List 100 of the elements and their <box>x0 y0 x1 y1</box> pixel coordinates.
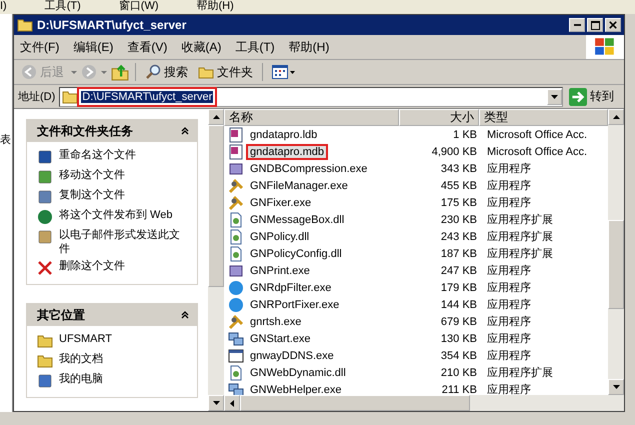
menu-item[interactable]: 工具(T) <box>235 38 275 56</box>
task-link[interactable]: 将这个文件发布到 Web <box>59 208 189 222</box>
task-icon <box>37 229 53 245</box>
file-icon <box>228 178 244 194</box>
file-type: 应用程序 <box>486 298 532 312</box>
file-size: 343 KB <box>440 162 478 174</box>
up-arrow-icon <box>212 115 220 119</box>
column-header[interactable]: 名称 <box>224 109 399 126</box>
scroll-left-button[interactable] <box>224 395 240 411</box>
file-type: 应用程序扩展 <box>486 230 554 244</box>
file-name[interactable]: GNPolicyConfig.dll <box>246 246 346 262</box>
caret-icon[interactable] <box>71 70 77 74</box>
file-size: 210 KB <box>440 366 478 378</box>
scroll-down-button[interactable] <box>208 395 224 411</box>
file-name[interactable]: GNMessageBox.dll <box>246 212 348 228</box>
arrow-icon <box>569 88 587 106</box>
scroll-up-button[interactable] <box>208 109 224 125</box>
collapse-icon[interactable] <box>181 311 189 319</box>
address-field[interactable]: D:\UFSMART\ufyct_server <box>59 86 563 106</box>
file-size: 679 KB <box>440 316 478 328</box>
file-type: 应用程序 <box>486 162 532 176</box>
file-type: Microsoft Office Acc. <box>486 146 588 158</box>
menu-item[interactable]: 工具(T) <box>44 0 81 14</box>
folder-icon <box>62 90 78 104</box>
file-name[interactable]: gnwayDDNS.exe <box>246 348 338 364</box>
scroll-thumb[interactable] <box>208 125 224 287</box>
search-button[interactable]: 搜索 <box>142 64 191 80</box>
scroll-down-button[interactable] <box>608 379 624 395</box>
file-size: 211 KB <box>440 384 478 395</box>
file-name[interactable]: gnrtsh.exe <box>246 314 306 330</box>
minimize-icon <box>574 24 580 26</box>
task-icon <box>37 189 53 205</box>
panel-title: 文件和文件夹任务 <box>37 122 134 140</box>
scroll-thumb[interactable] <box>608 220 624 309</box>
file-icon <box>228 228 244 244</box>
menu-item[interactable]: 收藏(A) <box>181 38 222 56</box>
menu-item[interactable]: I) <box>0 0 7 14</box>
address-label: 地址(D) <box>18 90 56 104</box>
file-name[interactable]: GNPolicy.dll <box>246 228 314 244</box>
minimize-button[interactable] <box>569 18 585 32</box>
go-button[interactable]: 转到 <box>567 88 620 106</box>
views-icon <box>272 65 296 79</box>
task-link[interactable]: UFSMART <box>59 332 189 346</box>
file-name[interactable]: GNFixer.exe <box>246 194 316 210</box>
file-name[interactable]: GNWebHelper.exe <box>246 382 346 395</box>
file-name[interactable]: GNRPortFixer.exe <box>246 296 344 312</box>
task-link[interactable]: 我的文档 <box>59 352 189 366</box>
task-link[interactable]: 重命名这个文件 <box>59 148 189 162</box>
up-arrow-icon <box>612 115 620 119</box>
close-button[interactable] <box>605 18 621 32</box>
file-size: 243 KB <box>440 230 478 242</box>
menu-item[interactable]: 编辑(E) <box>73 38 114 56</box>
collapse-icon[interactable] <box>181 127 189 135</box>
file-name[interactable]: gndatapro.mdb <box>246 144 328 160</box>
column-header[interactable]: 类型 <box>479 109 608 126</box>
file-icon <box>228 348 244 364</box>
background-label: 表 <box>0 134 11 146</box>
file-name[interactable]: GNDBCompression.exe <box>246 160 372 176</box>
file-type: 应用程序 <box>486 196 532 210</box>
task-link[interactable]: 移动这个文件 <box>59 168 189 182</box>
file-size: 455 KB <box>440 180 478 192</box>
scroll-up-button[interactable] <box>608 109 624 125</box>
menu-item[interactable]: 帮助(H) <box>196 0 234 14</box>
maximize-button[interactable] <box>587 18 603 32</box>
menu-item[interactable]: 查看(V) <box>127 38 168 56</box>
task-link[interactable]: 以电子邮件形式发送此文件 <box>59 228 189 256</box>
file-icon <box>228 194 244 210</box>
task-link[interactable]: 复制这个文件 <box>59 188 189 202</box>
file-type: 应用程序 <box>486 332 532 346</box>
file-size: 130 KB <box>440 332 478 344</box>
column-header[interactable]: 大小 <box>399 109 479 126</box>
file-icon <box>228 262 244 278</box>
file-name[interactable]: GNPrint.exe <box>246 262 314 278</box>
file-icon <box>228 212 244 228</box>
file-icon <box>228 160 244 176</box>
file-icon <box>228 296 244 312</box>
scroll-thumb[interactable] <box>240 395 470 411</box>
menu-item[interactable]: 文件(F) <box>20 38 60 56</box>
file-type: 应用程序扩展 <box>486 246 554 261</box>
file-name[interactable]: GNRdpFilter.exe <box>246 280 336 296</box>
task-icon <box>37 169 53 185</box>
file-name[interactable]: GNStart.exe <box>246 330 315 346</box>
file-name[interactable]: GNFileManager.exe <box>246 178 352 194</box>
file-size: 230 KB <box>440 214 478 226</box>
file-size: 4,900 KB <box>430 146 478 158</box>
menu-item[interactable]: 窗口(W) <box>118 0 158 14</box>
file-type: 应用程序 <box>486 264 532 278</box>
dropdown-button[interactable] <box>547 88 562 104</box>
menu-item[interactable]: 帮助(H) <box>288 38 330 56</box>
down-arrow-icon <box>612 385 620 389</box>
task-link[interactable]: 删除这个文件 <box>59 259 189 273</box>
file-name[interactable]: GNWebDynamic.dll <box>246 364 350 380</box>
file-size: 247 KB <box>440 264 478 276</box>
folders-button[interactable]: 文件夹 <box>195 64 256 80</box>
task-link[interactable]: 我的电脑 <box>59 372 189 386</box>
file-name[interactable]: gndatapro.ldb <box>246 126 322 142</box>
back-icon <box>21 64 37 80</box>
task-icon <box>37 149 53 165</box>
file-type: Microsoft Office Acc. <box>486 128 588 140</box>
caret-icon[interactable] <box>101 70 107 74</box>
